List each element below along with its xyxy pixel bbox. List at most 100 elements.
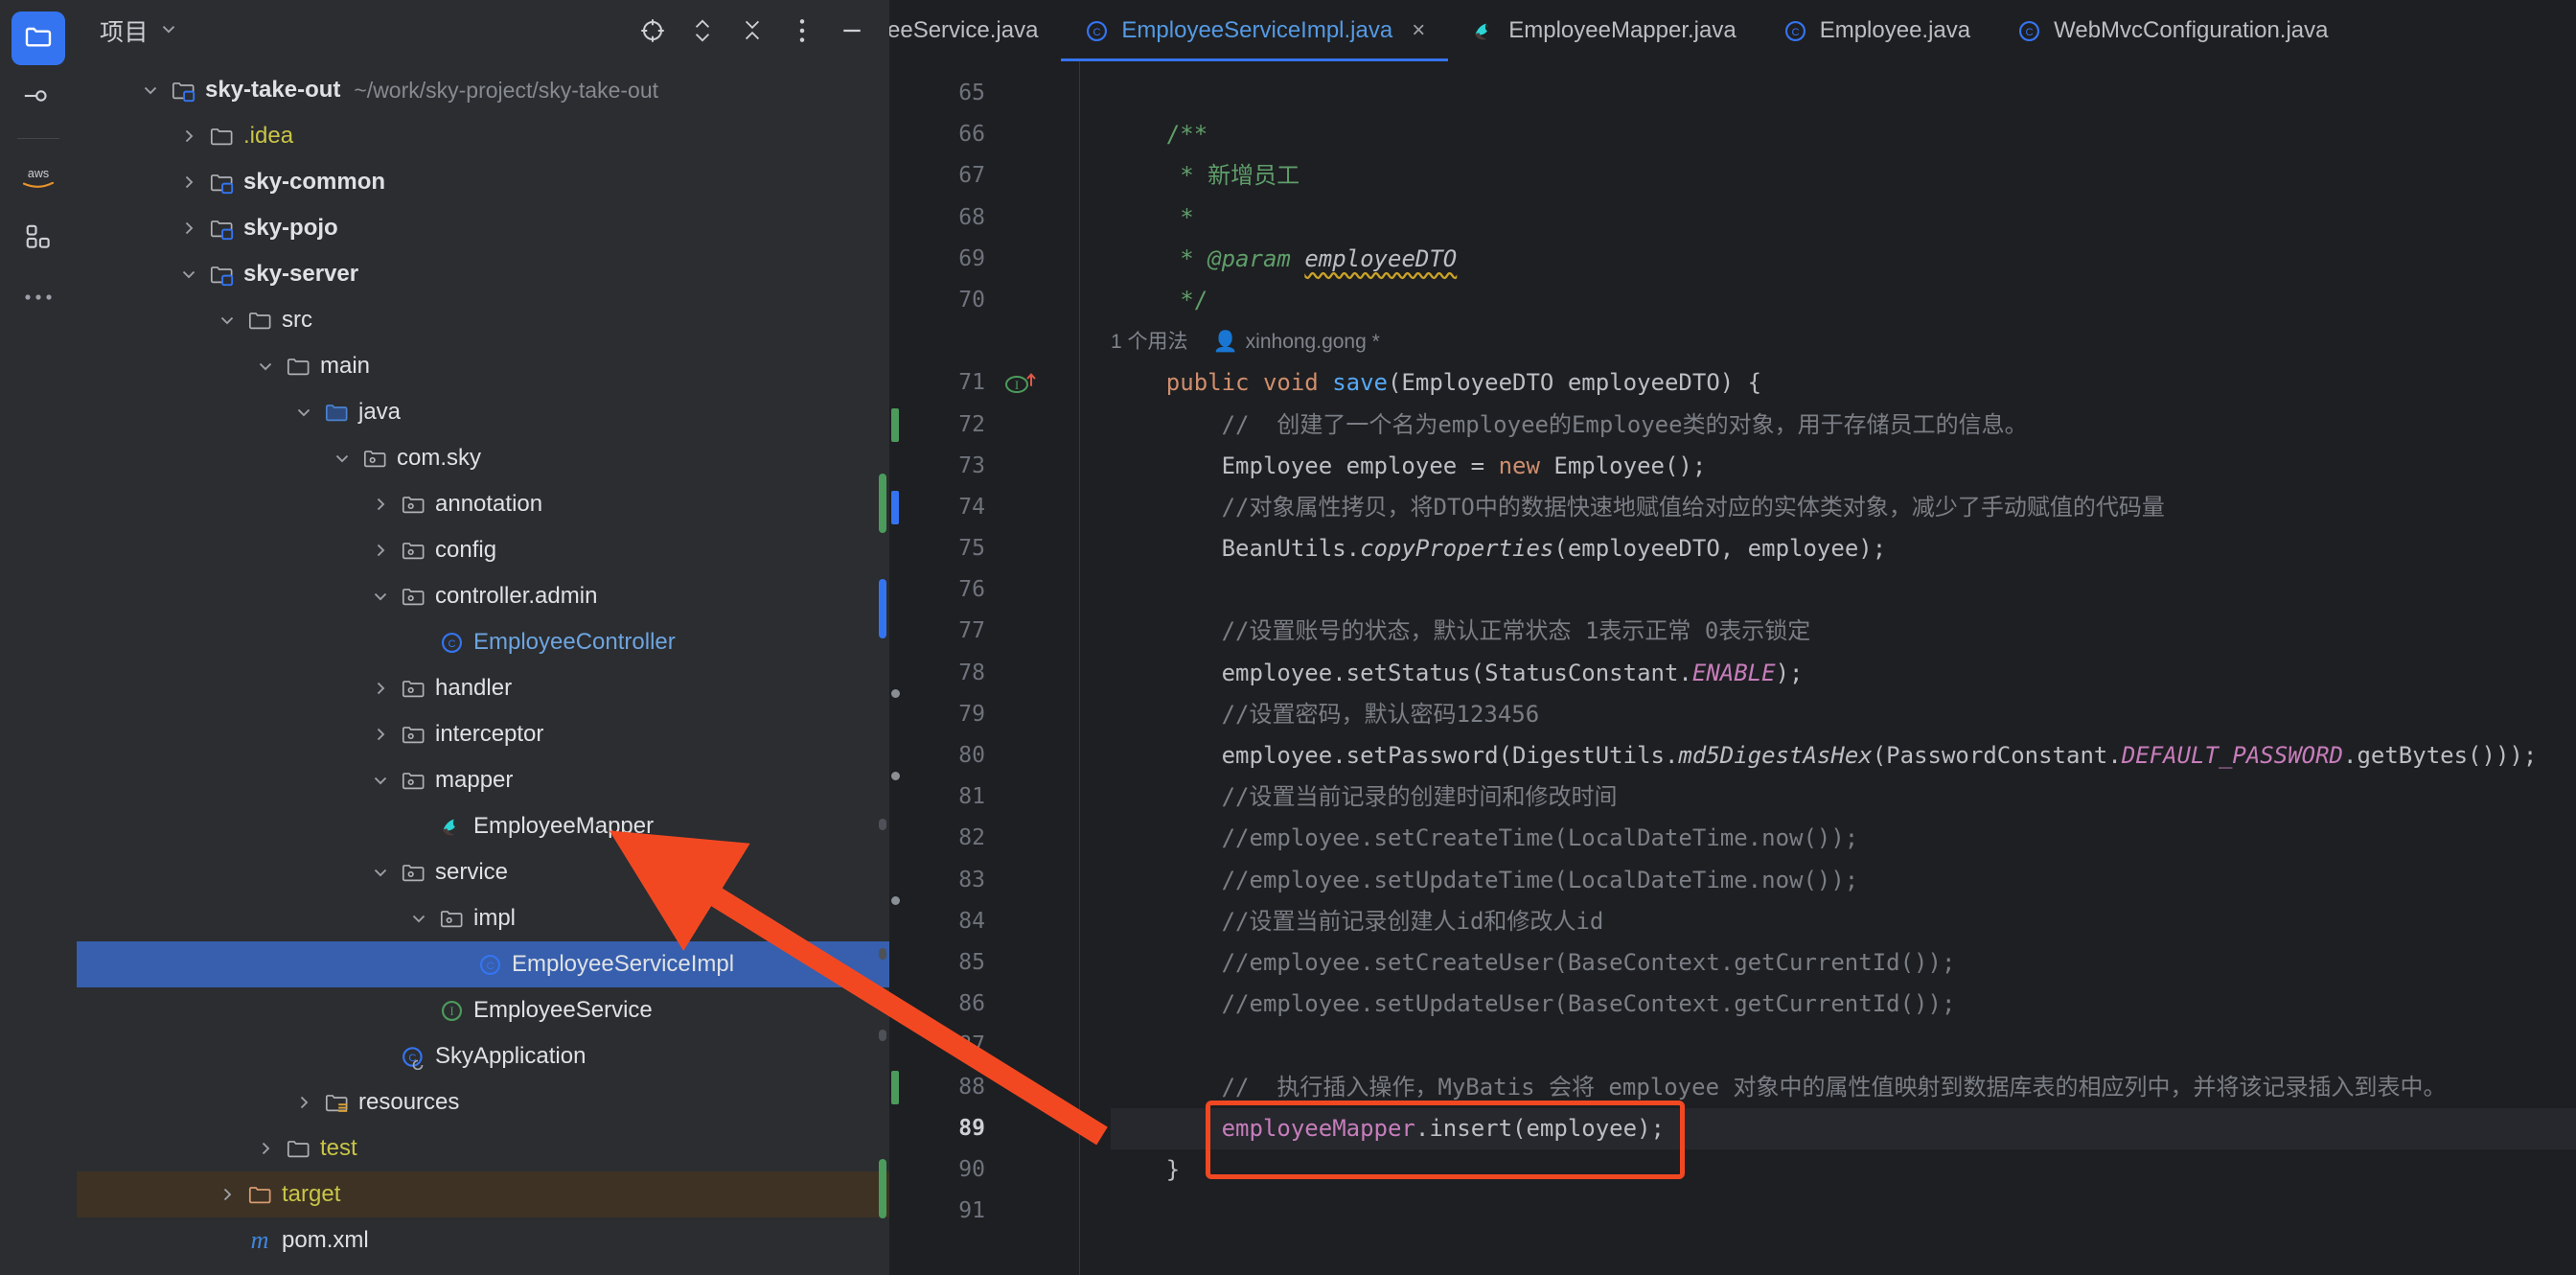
tree-item-com.sky[interactable]: com.sky bbox=[77, 435, 889, 481]
code-line-88[interactable]: // 执行插入操作，MyBatis 会将 employee 对象中的属性值映射到… bbox=[1111, 1067, 2576, 1108]
chevron-right-icon[interactable] bbox=[364, 677, 397, 700]
code-line-76[interactable] bbox=[1111, 569, 2576, 611]
tree-item-target[interactable]: target bbox=[77, 1171, 889, 1217]
editor-tab-EmployeeServiceImpljava[interactable]: C EmployeeServiceImpl.java × bbox=[1061, 0, 1449, 61]
code-line-85[interactable]: //employee.setCreateUser(BaseContext.get… bbox=[1111, 942, 2576, 984]
code-content[interactable]: /** * 新增员工 * * @param employeeDTO */ 1 个用… bbox=[1080, 61, 2576, 1275]
code-editor[interactable]: 65 66 67 68 69 70 71 72 73 74 75 76 77 78 79 80 81 82 83 84… bbox=[889, 61, 2576, 1275]
code-line-91[interactable] bbox=[1111, 1191, 2576, 1232]
code-line-71[interactable]: public void save(EmployeeDTO employeeDTO… bbox=[1111, 362, 2576, 404]
chevron-right-icon[interactable] bbox=[172, 171, 205, 194]
tree-item-sky-common[interactable]: sky-common bbox=[77, 159, 889, 205]
tree-scroll-indicator-4[interactable] bbox=[879, 948, 886, 960]
tree-item-config[interactable]: config bbox=[77, 527, 889, 573]
chevron-down-icon[interactable] bbox=[402, 907, 435, 930]
tree-item-SkyApplication[interactable]: C SkyApplication bbox=[77, 1033, 889, 1079]
hide-tool-window-icon[interactable] bbox=[838, 16, 866, 45]
chevron-down-icon[interactable] bbox=[158, 18, 179, 44]
gutter-icon-column[interactable]: I bbox=[1000, 61, 1058, 1275]
tree-item-sky-take-out[interactable]: sky-take-out ~/work/sky-project/sky-take-… bbox=[77, 67, 889, 113]
tree-item-interceptor[interactable]: interceptor bbox=[77, 711, 889, 757]
inlay-usages[interactable]: 1 个用法 bbox=[1111, 331, 1188, 353]
code-line-84[interactable]: //设置当前记录创建人id和修改人id bbox=[1111, 901, 2576, 942]
editor-tab-EmployeeMapperjava[interactable]: EmployeeMapper.java bbox=[1448, 0, 1759, 61]
code-line-83[interactable]: //employee.setUpdateTime(LocalDateTime.n… bbox=[1111, 860, 2576, 901]
project-tree[interactable]: sky-take-out ~/work/sky-project/sky-take-… bbox=[77, 61, 889, 1275]
tree-item-service[interactable]: service bbox=[77, 849, 889, 895]
code-line-73[interactable]: Employee employee = new Employee(); bbox=[1111, 446, 2576, 487]
tree-item-impl[interactable]: impl bbox=[77, 895, 889, 941]
tree-scroll-indicator-5[interactable] bbox=[879, 1030, 886, 1041]
tree-item-resources[interactable]: resources bbox=[77, 1079, 889, 1125]
code-line-69[interactable]: * @param employeeDTO bbox=[1111, 239, 2576, 280]
tree-item-.idea[interactable]: .idea bbox=[77, 113, 889, 159]
tree-scroll-indicator-1[interactable] bbox=[879, 474, 886, 533]
code-line-65[interactable] bbox=[1111, 73, 2576, 114]
code-line-79[interactable]: //设置密码，默认密码123456 bbox=[1111, 694, 2576, 735]
tree-item-EmployeeService[interactable]: I EmployeeService bbox=[77, 987, 889, 1033]
editor-tab-Employeejava[interactable]: C Employee.java bbox=[1760, 0, 1993, 61]
chevron-down-icon[interactable] bbox=[364, 769, 397, 792]
code-line-70[interactable]: */ bbox=[1111, 280, 2576, 321]
rail-button-project[interactable] bbox=[12, 12, 65, 65]
code-line-74[interactable]: //对象属性拷贝，将DTO中的数据快速地赋值给对应的实体类对象，减少了手动赋值的… bbox=[1111, 487, 2576, 528]
code-line-87[interactable] bbox=[1111, 1025, 2576, 1066]
tree-item-controller.admin[interactable]: controller.admin bbox=[77, 573, 889, 619]
code-line-86[interactable]: //employee.setUpdateUser(BaseContext.get… bbox=[1111, 984, 2576, 1025]
tree-item-test[interactable]: test bbox=[77, 1125, 889, 1171]
chevron-right-icon[interactable] bbox=[288, 1091, 320, 1114]
chevron-down-icon[interactable] bbox=[364, 861, 397, 884]
chevron-down-icon[interactable] bbox=[364, 585, 397, 608]
added-line-marker[interactable] bbox=[891, 407, 899, 442]
chevron-right-icon[interactable] bbox=[172, 125, 205, 148]
tree-scroll-indicator-2[interactable] bbox=[879, 579, 886, 638]
tree-item-EmployeeController[interactable]: C EmployeeController bbox=[77, 619, 889, 665]
chevron-down-icon[interactable] bbox=[134, 79, 167, 102]
code-line-90[interactable]: } bbox=[1111, 1149, 2576, 1191]
rail-button-commit[interactable] bbox=[12, 71, 65, 125]
close-tab-icon[interactable]: × bbox=[1412, 17, 1425, 44]
tree-item-java[interactable]: java bbox=[77, 389, 889, 435]
inlay-author[interactable]: xinhong.gong * bbox=[1246, 331, 1380, 353]
tree-item-src[interactable]: src bbox=[77, 297, 889, 343]
collapse-all-icon[interactable] bbox=[738, 16, 767, 45]
code-line-82[interactable]: //employee.setCreateTime(LocalDateTime.n… bbox=[1111, 818, 2576, 859]
code-line-68[interactable]: * bbox=[1111, 197, 2576, 239]
code-line-72[interactable]: // 创建了一个名为employee的Employee类的对象，用于存储员工的信… bbox=[1111, 405, 2576, 446]
code-line-77[interactable]: //设置账号的状态，默认正常状态 1表示正常 0表示锁定 bbox=[1111, 611, 2576, 652]
rail-button-aws[interactable]: aws bbox=[12, 152, 65, 206]
tree-item-pom.xml[interactable]: m pom.xml bbox=[77, 1217, 889, 1263]
tree-item-EmployeeServiceImpl[interactable]: C EmployeeServiceImpl bbox=[77, 941, 889, 987]
tree-item-annotation[interactable]: annotation bbox=[77, 481, 889, 527]
editor-tab-yeeServicejava[interactable]: yeeService.java bbox=[889, 0, 1061, 61]
implementing-method-icon[interactable]: I bbox=[1002, 368, 1045, 404]
rail-button-modules[interactable] bbox=[12, 212, 65, 266]
tree-scroll-indicator-3[interactable] bbox=[879, 819, 886, 830]
code-fold-dot[interactable] bbox=[891, 772, 900, 781]
inlay-hint-row[interactable]: 1 个用法 👤 xinhong.gong * bbox=[1111, 321, 2576, 362]
code-fold-dot[interactable] bbox=[891, 689, 900, 698]
chevron-down-icon[interactable] bbox=[288, 401, 320, 424]
modified-line-marker[interactable] bbox=[891, 491, 899, 525]
tree-item-sky-pojo[interactable]: sky-pojo bbox=[77, 205, 889, 251]
chevron-right-icon[interactable] bbox=[172, 217, 205, 240]
code-fold-dot[interactable] bbox=[891, 896, 900, 905]
chevron-down-icon[interactable] bbox=[249, 355, 282, 378]
chevron-right-icon[interactable] bbox=[364, 539, 397, 562]
code-line-89[interactable]: employeeMapper.insert(employee); bbox=[1111, 1107, 2576, 1149]
code-line-78[interactable]: employee.setStatus(StatusConstant.ENABLE… bbox=[1111, 653, 2576, 694]
chevron-right-icon[interactable] bbox=[249, 1137, 282, 1160]
rail-button-more[interactable] bbox=[12, 271, 65, 325]
code-line-81[interactable]: //设置当前记录的创建时间和修改时间 bbox=[1111, 777, 2576, 818]
expand-collapse-icon[interactable] bbox=[688, 16, 717, 45]
vcs-change-gutter[interactable] bbox=[889, 61, 901, 1275]
chevron-down-icon[interactable] bbox=[326, 447, 358, 470]
tree-item-main[interactable]: main bbox=[77, 343, 889, 389]
chevron-right-icon[interactable] bbox=[211, 1183, 243, 1206]
select-opened-file-icon[interactable] bbox=[638, 16, 667, 45]
chevron-right-icon[interactable] bbox=[364, 493, 397, 516]
chevron-down-icon[interactable] bbox=[211, 309, 243, 332]
code-line-66[interactable]: /** bbox=[1111, 114, 2576, 155]
editor-tab-WebMvcConfigurationjava[interactable]: C WebMvcConfiguration.java bbox=[1993, 0, 2351, 61]
tree-item-EmployeeMapper[interactable]: EmployeeMapper bbox=[77, 803, 889, 849]
